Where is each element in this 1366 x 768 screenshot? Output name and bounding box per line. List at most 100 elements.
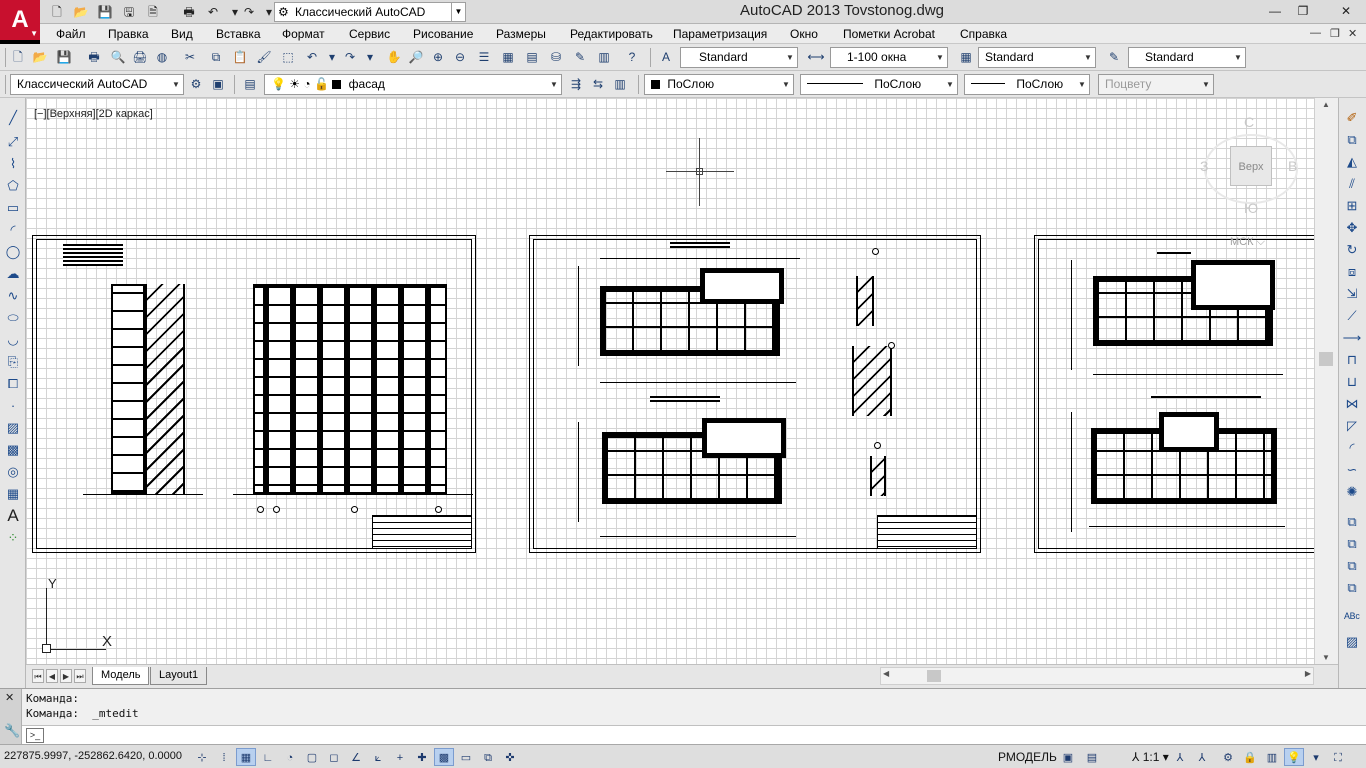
annotation-visibility-icon[interactable]: ⅄	[1170, 748, 1190, 766]
dynamic-ucs-icon[interactable]: ⟀	[368, 748, 388, 766]
layer-state-icon[interactable]: ▥	[610, 75, 630, 94]
markup-icon[interactable]: ✎	[570, 48, 590, 67]
draworder-below-icon[interactable]: ⧉	[1342, 578, 1362, 598]
point-icon[interactable]: ·	[3, 396, 23, 416]
save-as-icon[interactable]: 🖫	[120, 3, 138, 21]
menu-format[interactable]: Формат	[282, 27, 325, 41]
dynamic-input-icon[interactable]: +	[390, 748, 410, 766]
stretch-icon[interactable]: ⇲	[1342, 284, 1362, 304]
properties-icon[interactable]: ☰	[474, 48, 494, 67]
first-layout-icon[interactable]: ⏮	[32, 669, 44, 683]
table-icon[interactable]: ▦	[3, 484, 23, 504]
workspace-save-icon[interactable]: ▣	[208, 75, 228, 94]
cursor-coordinates[interactable]: 227875.9997, -252862.6420, 0.0000	[4, 750, 182, 762]
redo-icon[interactable]: ↷	[340, 48, 360, 67]
tab-layout1[interactable]: Layout1	[150, 667, 208, 685]
isolate-objects-icon[interactable]: 💡	[1284, 748, 1304, 766]
multileader-style-icon[interactable]: ✎	[1104, 48, 1124, 67]
horizontal-scrollbar[interactable]: ◀ ▶	[880, 667, 1314, 685]
menu-edit[interactable]: Правка	[108, 27, 149, 41]
scroll-up-icon[interactable]: ▲	[1315, 100, 1337, 109]
redo-dropdown-icon[interactable]: ▾	[360, 48, 380, 67]
dim-style-icon[interactable]: ⟷	[806, 48, 826, 67]
trim-icon[interactable]: ⟋	[1342, 306, 1362, 326]
rectangle-icon[interactable]: ▭	[3, 198, 23, 218]
pan-icon[interactable]: ✋	[384, 48, 404, 67]
next-layout-icon[interactable]: ▶	[60, 669, 72, 683]
ortho-mode-icon[interactable]: ∟	[258, 748, 278, 766]
workspace-settings-icon[interactable]: ⚙	[186, 75, 206, 94]
clean-screen-icon[interactable]: ⛶	[1328, 748, 1348, 766]
workspace-select[interactable]: Классический AutoCAD ▼	[10, 74, 184, 95]
plot-preview-icon[interactable]: 🔍	[108, 48, 128, 67]
doc-restore-button[interactable]: ❐	[1330, 27, 1340, 40]
text-style-icon[interactable]: A	[656, 48, 676, 67]
text-style-select[interactable]: Standard ▼	[680, 47, 798, 68]
save-icon[interactable]: 💾	[96, 3, 114, 21]
undo-icon[interactable]: ↶	[204, 3, 222, 21]
zoom-realtime-icon[interactable]: 🔎	[406, 48, 426, 67]
erase-icon[interactable]: ✐	[1342, 108, 1362, 128]
layer-select[interactable]: 💡 ☀ ◔ 🔓 фасад ▼	[264, 74, 562, 95]
transparency-icon[interactable]: ▩	[434, 748, 454, 766]
fillet-icon[interactable]: ◜	[1342, 438, 1362, 458]
close-icon[interactable]: ✕	[5, 691, 14, 704]
text-to-front-icon[interactable]: ᴬᴮᶜ	[1342, 608, 1362, 628]
hatch-to-back-icon[interactable]: ▨	[1342, 632, 1362, 652]
copy-icon[interactable]: ⧉	[206, 48, 226, 67]
model-space-toggle[interactable]: РМОДЕЛЬ	[998, 750, 1057, 764]
polar-tracking-icon[interactable]: ◔	[280, 748, 300, 766]
color-control-select[interactable]: ПоСлою ▼	[644, 74, 794, 95]
quickcalc-icon[interactable]: ▥	[594, 48, 614, 67]
previous-layout-icon[interactable]: ◀	[46, 669, 58, 683]
redo-icon[interactable]: ↷	[240, 3, 258, 21]
publish-icon[interactable]: 🖨	[130, 48, 150, 67]
ellipse-icon[interactable]: ⬭	[3, 308, 23, 328]
menu-view[interactable]: Вид	[171, 27, 193, 41]
wcs-menu[interactable]: МСК ⌵	[1230, 236, 1265, 249]
move-icon[interactable]: ✥	[1342, 218, 1362, 238]
new-file-icon[interactable]: 🗋	[48, 3, 66, 21]
viewcube-east[interactable]: В	[1288, 158, 1297, 174]
array-icon[interactable]: ⊞	[1342, 196, 1362, 216]
tab-model[interactable]: Модель	[92, 667, 150, 685]
object-snap-icon[interactable]: ▢	[302, 748, 322, 766]
paste-icon[interactable]: 📋	[230, 48, 250, 67]
ellipse-arc-icon[interactable]: ◡	[3, 330, 23, 350]
viewcube-north[interactable]: С	[1244, 114, 1254, 130]
draworder-front-icon[interactable]: ⧉	[1342, 512, 1362, 532]
infer-constraints-icon[interactable]: ⊹	[192, 748, 212, 766]
plot-preview-icon[interactable]: 🗎	[144, 3, 162, 21]
draworder-above-icon[interactable]: ⧉	[1342, 556, 1362, 576]
make-block-icon[interactable]: ⧠	[3, 374, 23, 394]
draworder-back-icon[interactable]: ⧉	[1342, 534, 1362, 554]
offset-icon[interactable]: ⫽	[1342, 174, 1362, 194]
chamfer-icon[interactable]: ◸	[1342, 416, 1362, 436]
snap-mode-icon[interactable]: ⁞	[214, 748, 234, 766]
new-icon[interactable]: 🗋	[8, 48, 28, 67]
join-icon[interactable]: ⋈	[1342, 394, 1362, 414]
table-style-icon[interactable]: ▦	[956, 48, 976, 67]
menu-file[interactable]: Файл	[56, 27, 86, 41]
save-icon[interactable]: 💾	[54, 48, 74, 67]
scroll-right-icon[interactable]: ▶	[1305, 669, 1311, 678]
polyline-icon[interactable]: ⌇	[3, 154, 23, 174]
menu-modify[interactable]: Редактировать	[570, 27, 653, 41]
selection-cycling-icon[interactable]: ⧉	[478, 748, 498, 766]
print-icon[interactable]: 🖶	[180, 3, 198, 21]
polygon-icon[interactable]: ⬠	[3, 176, 23, 196]
linetype-control-select[interactable]: ПоСлою ▼	[800, 74, 958, 95]
hardware-acceleration-icon[interactable]: ▥	[1262, 748, 1282, 766]
hatch-icon[interactable]: ▨	[3, 418, 23, 438]
menu-draw[interactable]: Рисование	[413, 27, 473, 41]
extend-icon[interactable]: ⟶	[1342, 328, 1362, 348]
auto-add-scale-icon[interactable]: ⅄	[1192, 748, 1212, 766]
grid-display-icon[interactable]: ▦	[236, 748, 256, 766]
scroll-left-icon[interactable]: ◀	[883, 669, 889, 678]
quick-view-drawings-icon[interactable]: ▤	[1082, 748, 1102, 766]
layer-previous-icon[interactable]: ⇆	[588, 75, 608, 94]
command-line-grip[interactable]: ✕ 🔧	[0, 689, 22, 745]
vertical-scrollbar[interactable]: ▲ ▼	[1314, 98, 1338, 664]
table-style-select[interactable]: Standard ▼	[978, 47, 1096, 68]
make-object-layer-current-icon[interactable]: ⇶	[566, 75, 586, 94]
